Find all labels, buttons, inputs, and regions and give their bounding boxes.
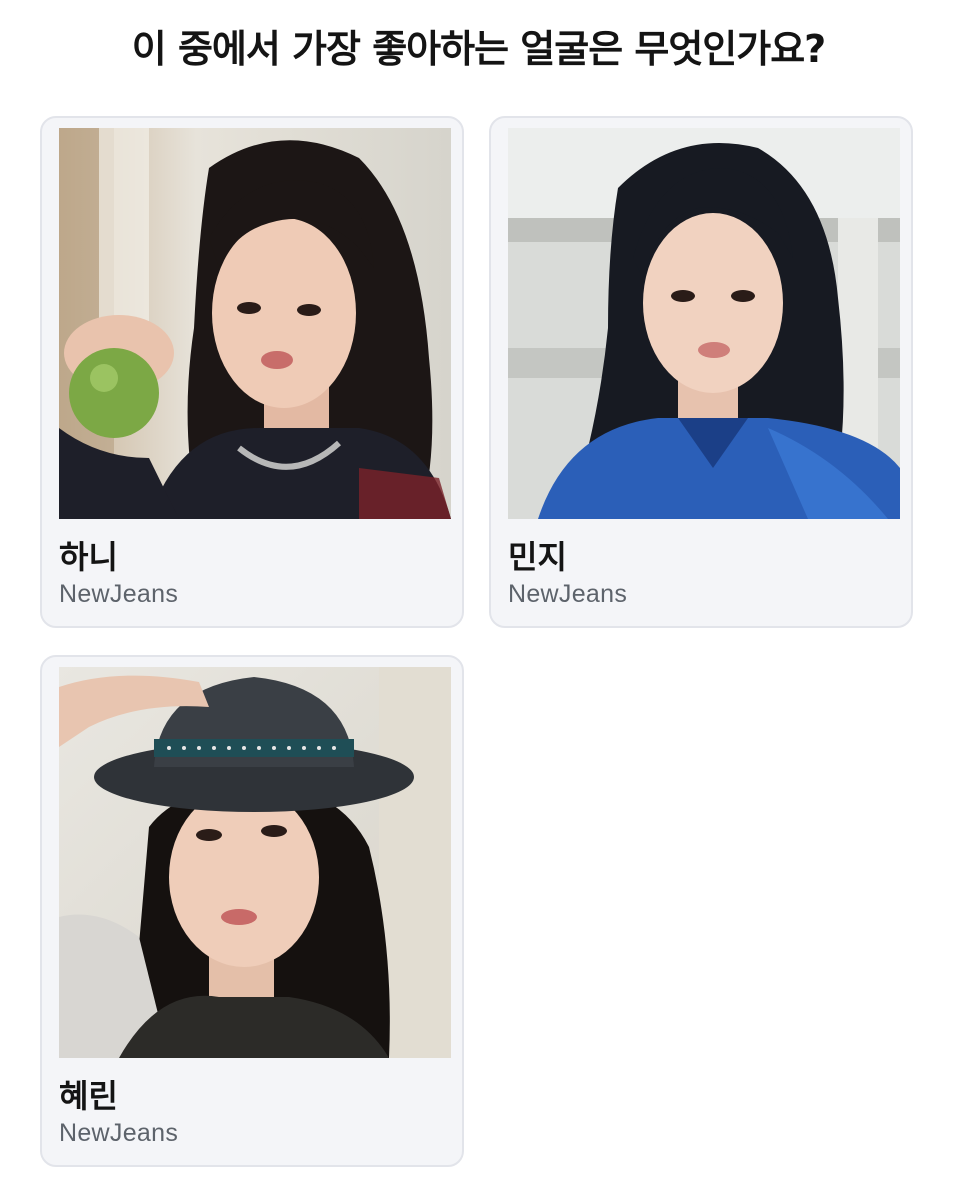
profile-photo: [508, 128, 900, 519]
option-group: NewJeans: [59, 1119, 179, 1147]
option-name: 혜린: [59, 1077, 118, 1115]
option-group: NewJeans: [508, 580, 628, 608]
option-card-1[interactable]: 하니 NewJeans: [40, 116, 464, 628]
option-group: NewJeans: [59, 580, 179, 608]
page-title: 이 중에서 가장 좋아하는 얼굴은 무엇인가요?: [131, 27, 826, 71]
option-name: 하니: [59, 538, 118, 576]
portrait-photo-with-hat: [59, 667, 451, 1058]
profile-photo: [59, 667, 451, 1058]
option-card-2[interactable]: 민지 NewJeans: [489, 116, 913, 628]
profile-photo: [59, 128, 451, 519]
portrait-photo-blue-shirt: [508, 128, 900, 519]
portrait-photo-with-apple: [59, 128, 451, 519]
option-name: 민지: [508, 538, 567, 576]
option-card-3[interactable]: 혜린 NewJeans: [40, 655, 464, 1167]
